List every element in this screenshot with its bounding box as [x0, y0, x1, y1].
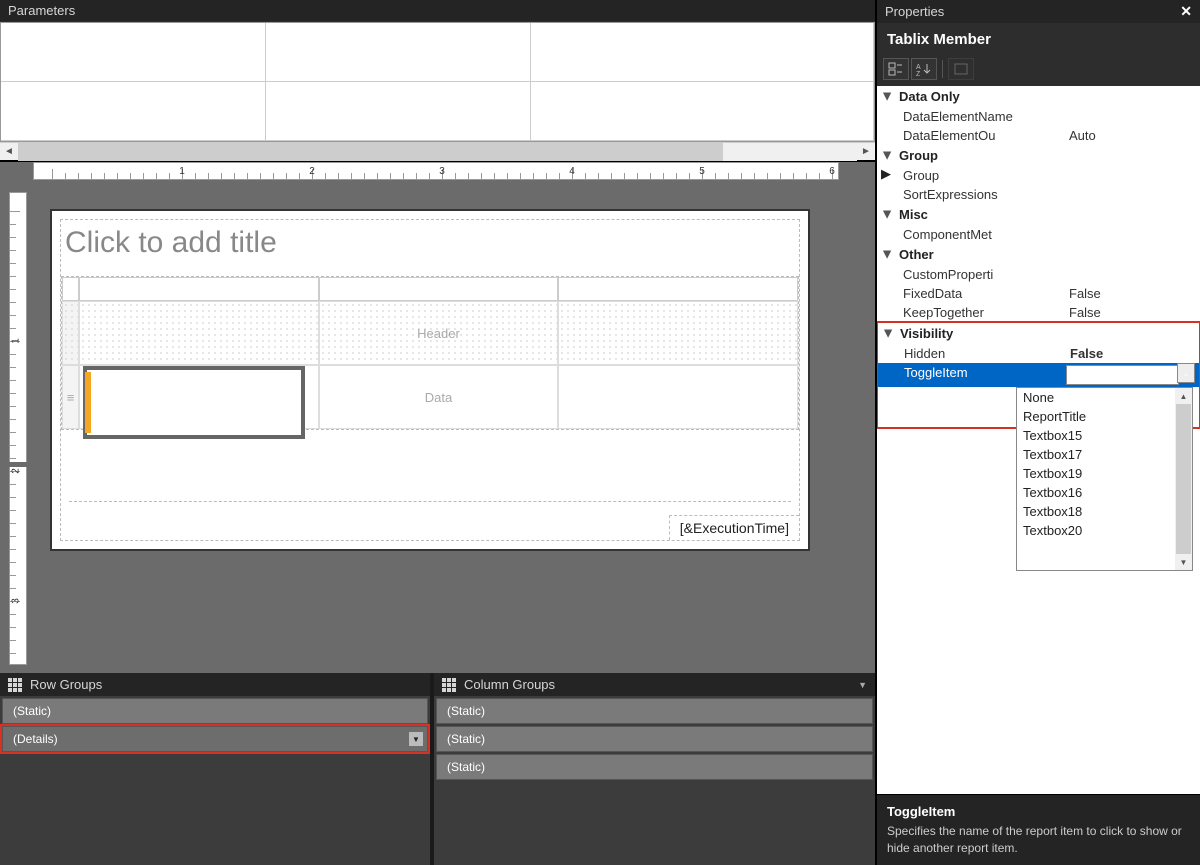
property-pages-icon	[948, 58, 974, 80]
toggleitem-dropdown[interactable]: NoneReportTitleTextbox15Textbox17Textbox…	[1016, 387, 1193, 571]
chevron-down-icon: ▶	[883, 328, 894, 340]
column-groups-menu-icon[interactable]: ▼	[858, 680, 867, 690]
scroll-right-icon[interactable]: ►	[857, 143, 875, 161]
scroll-up-icon[interactable]: ▲	[1175, 388, 1192, 404]
properties-panel: Properties ✕ Tablix Member AZ ▶Data Only…	[875, 0, 1200, 865]
properties-object-name: Tablix Member	[877, 23, 1200, 58]
parameters-hscroll[interactable]: ◄ ►	[0, 142, 875, 160]
property-row[interactable]: ▶Group	[877, 166, 1200, 185]
parameters-title: Parameters	[0, 0, 875, 21]
dropdown-option[interactable]: None	[1017, 388, 1175, 407]
row-groups-title: Row Groups	[30, 677, 102, 692]
title-placeholder[interactable]: Click to add title	[61, 220, 799, 270]
dropdown-option[interactable]: Textbox17	[1017, 445, 1175, 464]
parameters-grid[interactable]	[0, 22, 875, 142]
dropdown-option[interactable]: Textbox19	[1017, 464, 1175, 483]
chevron-down-icon: ▶	[882, 150, 893, 162]
property-row[interactable]: ComponentMet	[877, 225, 1200, 244]
chevron-down-icon: ▶	[882, 91, 893, 103]
row-handle[interactable]: ≡	[62, 365, 79, 429]
property-category[interactable]: ▶Visibility	[878, 323, 1199, 344]
property-row[interactable]: CustomProperti	[877, 265, 1200, 284]
chevron-down-icon[interactable]: ⌄	[1177, 363, 1195, 383]
selected-tablix-cell[interactable]	[83, 366, 305, 439]
svg-text:A: A	[916, 64, 921, 71]
scroll-thumb[interactable]	[18, 143, 723, 161]
property-category[interactable]: ▶Other	[877, 244, 1200, 265]
chevron-right-icon[interactable]: ▶	[881, 166, 891, 182]
property-row[interactable]: SortExpressions	[877, 185, 1200, 204]
vertical-ruler: 1234	[9, 192, 27, 665]
property-category[interactable]: ▶Data Only	[877, 86, 1200, 107]
scroll-down-icon[interactable]: ▼	[1175, 554, 1192, 570]
close-icon[interactable]: ✕	[1180, 3, 1192, 20]
column-group-item[interactable]: (Static)	[436, 726, 873, 752]
scroll-left-icon[interactable]: ◄	[0, 143, 18, 161]
table-icon	[442, 678, 456, 692]
chevron-down-icon[interactable]: ▼	[409, 732, 423, 746]
desc-body: Specifies the name of the report item to…	[887, 824, 1182, 855]
dropdown-option[interactable]: Textbox15	[1017, 426, 1175, 445]
groups-area: Row Groups (Static)(Details)▼ Column Gro…	[0, 673, 875, 865]
table-icon	[8, 678, 22, 692]
dropdown-option[interactable]: Textbox18	[1017, 502, 1175, 521]
property-description: ToggleItem Specifies the name of the rep…	[877, 794, 1200, 865]
execution-time-textbox[interactable]: [&ExecutionTime]	[669, 515, 799, 540]
property-row[interactable]: HiddenFalse	[878, 344, 1199, 363]
report-page[interactable]: Click to add title Header ≡ Data	[50, 209, 810, 551]
property-category[interactable]: ▶Misc	[877, 204, 1200, 225]
parameters-panel: Parameters ◄ ►	[0, 0, 875, 162]
column-groups-title: Column Groups	[464, 677, 555, 692]
column-groups-panel: Column Groups ▼ (Static)(Static)(Static)	[434, 673, 875, 865]
svg-text:Z: Z	[916, 71, 921, 76]
property-row[interactable]: DataElementName	[877, 107, 1200, 126]
header-cell[interactable]: Header	[319, 301, 559, 365]
tablix[interactable]: Header ≡ Data	[61, 276, 799, 430]
data-cell[interactable]: Data	[319, 365, 559, 429]
properties-toolbar: AZ	[877, 58, 1200, 86]
properties-grid[interactable]: ▶Data OnlyDataElementNameDataElementOuAu…	[877, 86, 1200, 794]
desc-title: ToggleItem	[887, 803, 1190, 821]
design-surface[interactable]: 123456 1234 Click to add title Header	[0, 162, 875, 673]
column-group-item[interactable]: (Static)	[436, 698, 873, 724]
property-row[interactable]: KeepTogetherFalse	[877, 303, 1200, 322]
chevron-down-icon: ▶	[882, 249, 893, 261]
row-group-item[interactable]: (Static)	[2, 698, 428, 724]
dropdown-option[interactable]: ReportTitle	[1017, 407, 1175, 426]
row-group-item[interactable]: (Details)▼	[2, 726, 428, 752]
property-category[interactable]: ▶Group	[877, 145, 1200, 166]
dropdown-option[interactable]: Textbox20	[1017, 521, 1175, 540]
properties-title: Properties	[885, 4, 944, 19]
column-group-item[interactable]: (Static)	[436, 754, 873, 780]
row-groups-panel: Row Groups (Static)(Details)▼	[0, 673, 430, 865]
scroll-thumb[interactable]	[1176, 404, 1191, 554]
alphabetical-icon[interactable]: AZ	[911, 58, 937, 80]
chevron-down-icon: ▶	[882, 209, 893, 221]
categorized-icon[interactable]	[883, 58, 909, 80]
property-row[interactable]: DataElementOuAuto	[877, 126, 1200, 145]
dropdown-option[interactable]: Textbox16	[1017, 483, 1175, 502]
horizontal-ruler: 123456	[33, 162, 839, 180]
property-row[interactable]: FixedDataFalse	[877, 284, 1200, 303]
property-row[interactable]: ToggleItem⌄	[878, 363, 1199, 387]
